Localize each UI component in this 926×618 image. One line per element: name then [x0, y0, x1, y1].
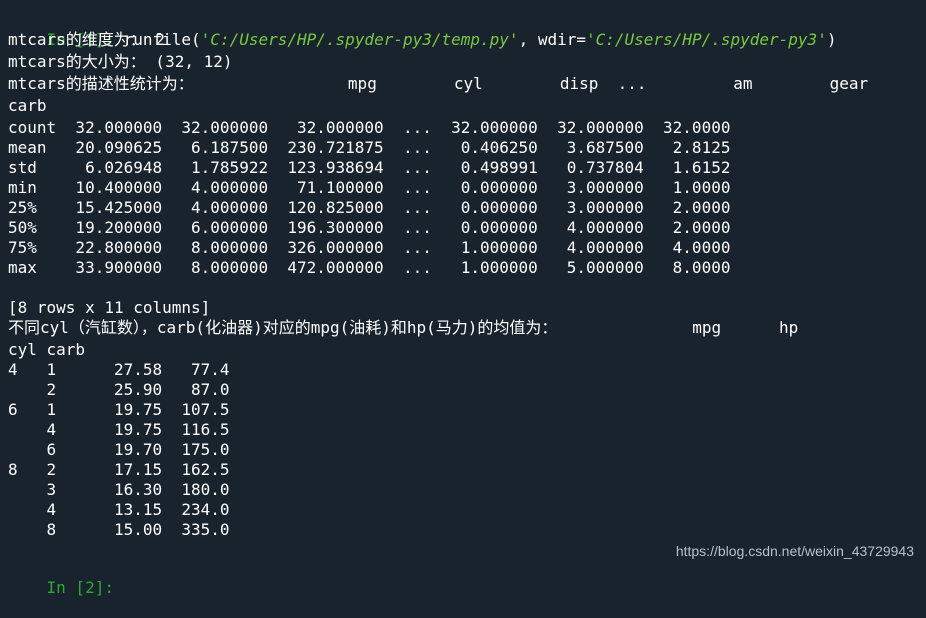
describe-row: min 10.400000 4.000000 71.100000 ... 0.0…	[8, 178, 731, 197]
output-dims: mtcars的维度为： 2	[8, 30, 166, 49]
describe-row: max 33.900000 8.000000 472.000000 ... 1.…	[8, 258, 731, 277]
ipython-console[interactable]: In [1]: runfile('C:/Users/HP/.spyder-py3…	[8, 0, 926, 597]
input-line-1: In [1]: runfile('C:/Users/HP/.spyder-py3…	[8, 10, 837, 49]
runfile-wdir: 'C:/Users/HP/.spyder-py3'	[586, 30, 827, 49]
group-index-header: cyl carb	[8, 340, 86, 359]
describe-header: mtcars的描述性统计为： mpg cyl disp ... am gear	[8, 74, 869, 93]
group-row: 4 13.15 234.0	[8, 500, 230, 519]
group-row: 6 1 19.75 107.5	[8, 400, 230, 419]
runfile-close: )	[826, 30, 837, 49]
output-size: mtcars的大小为： (32, 12)	[8, 52, 233, 71]
group-row: 8 2 17.15 162.5	[8, 460, 230, 479]
group-row: 6 19.70 175.0	[8, 440, 230, 459]
describe-row: count 32.000000 32.000000 32.000000 ... …	[8, 118, 731, 137]
runfile-path: 'C:/Users/HP/.spyder-py3/temp.py'	[200, 30, 519, 49]
watermark: https://blog.csdn.net/weixin_43729943	[675, 543, 914, 559]
rows-cols-note: [8 rows x 11 columns]	[8, 298, 211, 317]
describe-row: 75% 22.800000 8.000000 326.000000 ... 1.…	[8, 238, 731, 257]
describe-row: mean 20.090625 6.187500 230.721875 ... 0…	[8, 138, 731, 157]
input-prompt-2: In [2]:	[46, 578, 114, 597]
runfile-separator: , wdir=	[518, 30, 586, 49]
group-row: 4 1 27.58 77.4	[8, 360, 230, 379]
group-row: 8 15.00 335.0	[8, 520, 230, 539]
next-input-prompt[interactable]: In [2]:	[8, 558, 114, 597]
describe-row: 50% 19.200000 6.000000 196.300000 ... 0.…	[8, 218, 731, 237]
group-title: 不同cyl（汽缸数），carb(化油器)对应的mpg(油耗)和hp(马力)的均值…	[8, 318, 799, 337]
group-row: 2 25.90 87.0	[8, 380, 230, 399]
group-row: 3 16.30 180.0	[8, 480, 230, 499]
describe-row: std 6.026948 1.785922 123.938694 ... 0.4…	[8, 158, 731, 177]
describe-row: 25% 15.425000 4.000000 120.825000 ... 0.…	[8, 198, 731, 217]
group-row: 4 19.75 116.5	[8, 420, 230, 439]
describe-carb-label: carb	[8, 96, 47, 115]
